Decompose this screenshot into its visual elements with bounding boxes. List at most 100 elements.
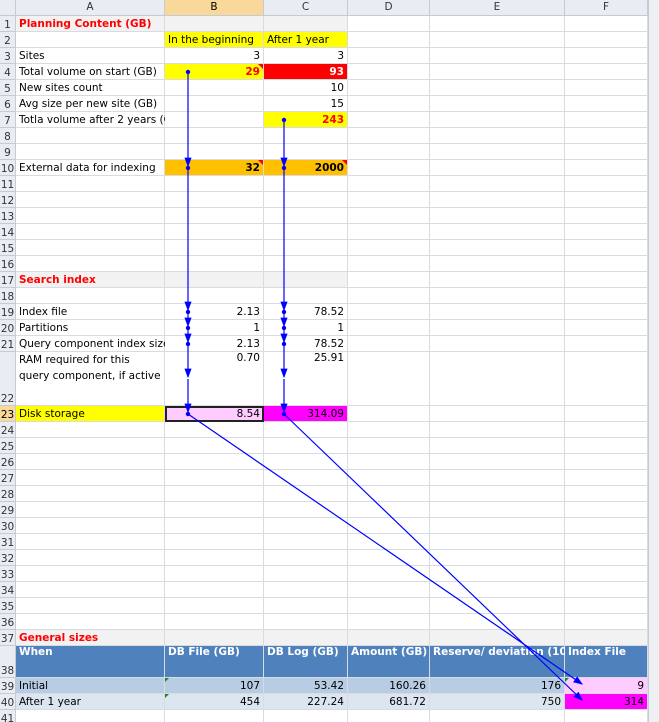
cell-b17[interactable]	[165, 272, 264, 288]
cell-b32[interactable]	[165, 550, 264, 566]
cell-c1[interactable]	[264, 16, 348, 32]
column-header-e[interactable]: E	[430, 0, 565, 16]
cell-f41[interactable]	[565, 710, 648, 722]
cell-c20[interactable]: 1	[264, 320, 348, 336]
cell-d16[interactable]	[348, 256, 430, 272]
cell-d27[interactable]	[348, 470, 430, 486]
cell-c5[interactable]: 10	[264, 80, 348, 96]
cell-b21[interactable]: 2.13	[165, 336, 264, 352]
row-header-29[interactable]: 29	[0, 502, 16, 518]
cell-e28[interactable]	[430, 486, 565, 502]
cell-b4[interactable]: 29	[165, 64, 264, 80]
row-header-38[interactable]: 38	[0, 646, 16, 678]
cell-f37[interactable]	[565, 630, 648, 646]
cell-b35[interactable]	[165, 598, 264, 614]
cell-a11[interactable]	[16, 176, 165, 192]
cell-d5[interactable]	[348, 80, 430, 96]
spreadsheet-grid[interactable]: A B C D E F 1 Planning Content (GB) 2 In the begi…	[0, 0, 659, 722]
cell-c7[interactable]: 243	[264, 112, 348, 128]
cell-b33[interactable]	[165, 566, 264, 582]
cell-e17[interactable]	[430, 272, 565, 288]
cell-f17[interactable]	[565, 272, 648, 288]
cell-e7[interactable]	[430, 112, 565, 128]
cell-e31[interactable]	[430, 534, 565, 550]
cell-d29[interactable]	[348, 502, 430, 518]
cell-d3[interactable]	[348, 48, 430, 64]
cell-f38[interactable]: Index File	[565, 646, 648, 678]
row-header-9[interactable]: 9	[0, 144, 16, 160]
cell-c29[interactable]	[264, 502, 348, 518]
cell-f33[interactable]	[565, 566, 648, 582]
cell-c31[interactable]	[264, 534, 348, 550]
cell-c38[interactable]: DB Log (GB)	[264, 646, 348, 678]
row-header-22[interactable]: 22	[0, 352, 16, 406]
cell-d14[interactable]	[348, 224, 430, 240]
cell-a32[interactable]	[16, 550, 165, 566]
cell-d41[interactable]	[348, 710, 430, 722]
cell-c18[interactable]	[264, 288, 348, 304]
cell-b34[interactable]	[165, 582, 264, 598]
cell-c4[interactable]: 93	[264, 64, 348, 80]
cell-b10[interactable]: 32	[165, 160, 264, 176]
cell-b22[interactable]: 0.70	[165, 352, 264, 406]
cell-f36[interactable]	[565, 614, 648, 630]
cell-a3[interactable]: Sites	[16, 48, 165, 64]
cell-a18[interactable]	[16, 288, 165, 304]
cell-b18[interactable]	[165, 288, 264, 304]
cell-c8[interactable]	[264, 128, 348, 144]
cell-c33[interactable]	[264, 566, 348, 582]
cell-a2[interactable]	[16, 32, 165, 48]
cell-c15[interactable]	[264, 240, 348, 256]
cell-f39[interactable]: 9	[565, 678, 648, 694]
cell-e34[interactable]	[430, 582, 565, 598]
cell-c41[interactable]	[264, 710, 348, 722]
row-header-28[interactable]: 28	[0, 486, 16, 502]
cell-d31[interactable]	[348, 534, 430, 550]
cell-c19[interactable]: 78.52	[264, 304, 348, 320]
cell-c27[interactable]	[264, 470, 348, 486]
cell-b38[interactable]: DB File (GB)	[165, 646, 264, 678]
cell-d11[interactable]	[348, 176, 430, 192]
cell-e5[interactable]	[430, 80, 565, 96]
row-header-14[interactable]: 14	[0, 224, 16, 240]
cell-f13[interactable]	[565, 208, 648, 224]
cell-b25[interactable]	[165, 438, 264, 454]
cell-c9[interactable]	[264, 144, 348, 160]
cell-f4[interactable]	[565, 64, 648, 80]
cell-b16[interactable]	[165, 256, 264, 272]
cell-e33[interactable]	[430, 566, 565, 582]
cell-a20[interactable]: Partitions	[16, 320, 165, 336]
cell-d17[interactable]	[348, 272, 430, 288]
cell-d13[interactable]	[348, 208, 430, 224]
cell-c35[interactable]	[264, 598, 348, 614]
cell-f16[interactable]	[565, 256, 648, 272]
cell-f23[interactable]	[565, 406, 648, 422]
cell-e19[interactable]	[430, 304, 565, 320]
cell-f27[interactable]	[565, 470, 648, 486]
cell-e6[interactable]	[430, 96, 565, 112]
cell-a40[interactable]: After 1 year	[16, 694, 165, 710]
cell-d24[interactable]	[348, 422, 430, 438]
cell-c3[interactable]: 3	[264, 48, 348, 64]
cell-e2[interactable]	[430, 32, 565, 48]
row-header-3[interactable]: 3	[0, 48, 16, 64]
cell-d23[interactable]	[348, 406, 430, 422]
cell-f10[interactable]	[565, 160, 648, 176]
cell-a27[interactable]	[16, 470, 165, 486]
cell-d18[interactable]	[348, 288, 430, 304]
cell-b20[interactable]: 1	[165, 320, 264, 336]
row-header-10[interactable]: 10	[0, 160, 16, 176]
row-header-40[interactable]: 40	[0, 694, 16, 710]
row-header-39[interactable]: 39	[0, 678, 16, 694]
cell-f11[interactable]	[565, 176, 648, 192]
row-header-19[interactable]: 19	[0, 304, 16, 320]
cell-c32[interactable]	[264, 550, 348, 566]
row-header-31[interactable]: 31	[0, 534, 16, 550]
cell-a13[interactable]	[16, 208, 165, 224]
cell-a4[interactable]: Total volume on start (GB)	[16, 64, 165, 80]
cell-d7[interactable]	[348, 112, 430, 128]
row-header-35[interactable]: 35	[0, 598, 16, 614]
cell-f26[interactable]	[565, 454, 648, 470]
row-header-4[interactable]: 4	[0, 64, 16, 80]
row-header-18[interactable]: 18	[0, 288, 16, 304]
